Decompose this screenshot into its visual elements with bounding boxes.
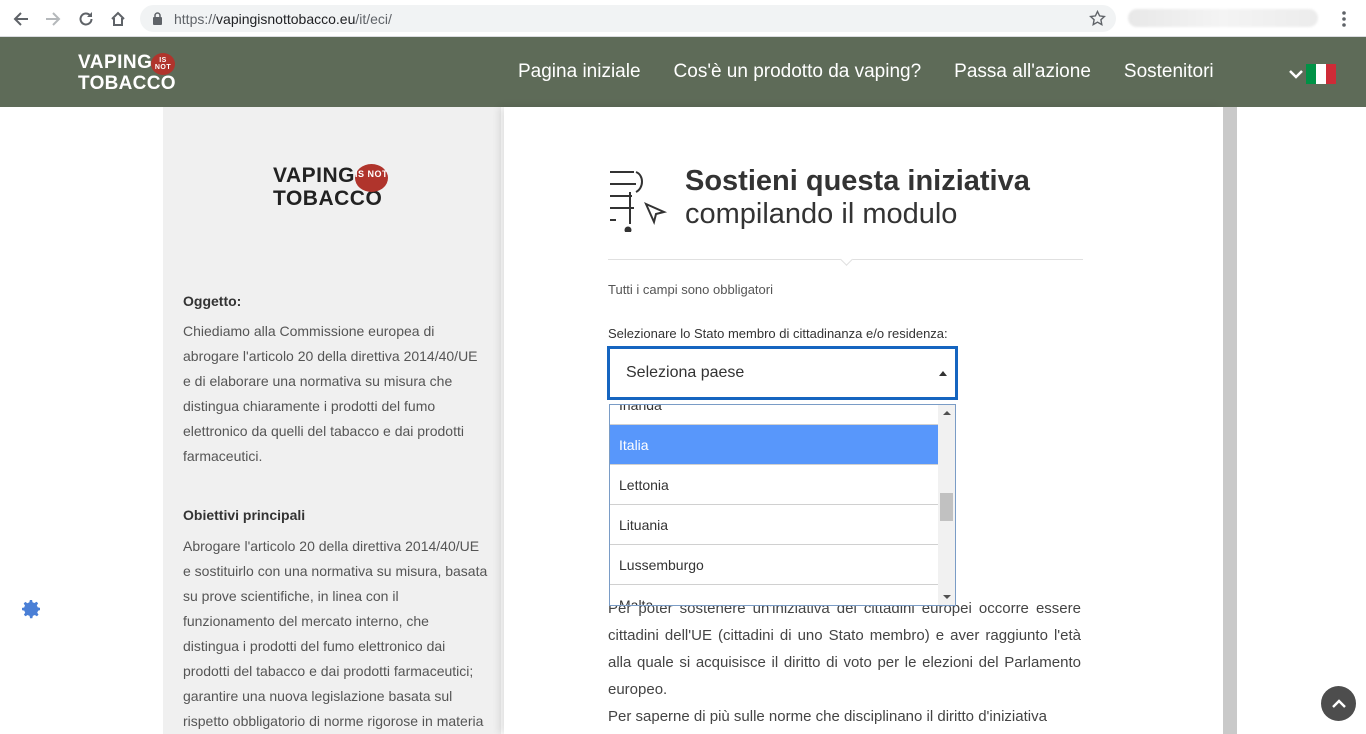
body-text: Per poter sostenere un'iniziativa dei ci… [608, 600, 1081, 725]
logo-badge: IS NOT [151, 53, 175, 75]
site-logo[interactable]: VAPING TOBACCO IS NOT [78, 53, 176, 93]
nav-what-is-vaping[interactable]: Cos'è un prodotto da vaping? [674, 61, 922, 83]
country-option[interactable]: Lettonia [610, 465, 938, 505]
form-title-bold: Sostieni questa iniziativa [685, 165, 1030, 197]
required-note: Tutti i campi sono obbligatori [608, 282, 773, 297]
sidebar-logo: VAPING TOBACCO IS NOT [273, 164, 389, 210]
country-options: Irlanda Italia Lettonia Lituania Lussemb… [610, 405, 938, 605]
divider-notch [840, 253, 853, 266]
country-option-selected[interactable]: Italia [610, 425, 938, 465]
sidebar-logo-badge: IS NOT [355, 164, 388, 192]
nav-supporters[interactable]: Sostenitori [1124, 61, 1214, 83]
scroll-thumb[interactable] [940, 493, 953, 521]
address-bar[interactable]: https://vapingisnottobacco.eu/it/eci/ [140, 5, 1116, 32]
country-option[interactable]: Lussemburgo [610, 545, 938, 585]
site-header: VAPING TOBACCO IS NOT Pagina iniziale Co… [0, 37, 1366, 107]
language-switcher[interactable] [1288, 64, 1336, 84]
country-dropdown[interactable]: Irlanda Italia Lettonia Lituania Lussemb… [609, 404, 956, 606]
country-label: Selezionare lo Stato membro di cittadina… [608, 326, 948, 341]
subject-text: Chiediamo alla Commissione europea di ab… [183, 323, 478, 464]
menu-kebab-icon[interactable] [1338, 9, 1350, 29]
url-text: https://vapingisnottobacco.eu/it/eci/ [174, 11, 392, 27]
main-nav: Pagina iniziale Cos'è un prodotto da vap… [518, 61, 1247, 83]
blurred-extensions [1128, 9, 1318, 27]
scroll-up-icon[interactable] [943, 411, 951, 415]
goals-text: Abrogare l'articolo 20 della direttiva 2… [183, 538, 488, 729]
country-option[interactable]: Malta [610, 585, 938, 605]
subject-heading: Oggetto: [183, 293, 242, 309]
country-select-value: Seleziona paese [626, 364, 745, 381]
scroll-to-top-button[interactable] [1321, 686, 1356, 721]
italy-flag-icon [1306, 64, 1336, 84]
sidebar: VAPING TOBACCO IS NOT Oggetto: Chiediamo… [163, 107, 501, 734]
reload-icon[interactable] [75, 8, 97, 30]
page-side-bar [1223, 107, 1237, 734]
scroll-down-icon[interactable] [943, 595, 951, 599]
dropdown-scrollbar[interactable] [938, 405, 955, 605]
back-icon[interactable] [10, 8, 32, 30]
nav-home[interactable]: Pagina iniziale [518, 61, 641, 83]
settings-gear-icon[interactable] [19, 597, 43, 621]
form-card: Sostieni questa iniziativa compilando il… [504, 107, 1223, 734]
country-select[interactable]: Seleziona paese [607, 346, 958, 400]
goals-heading: Obiettivi principali [183, 507, 306, 523]
home-icon[interactable] [107, 8, 129, 30]
lock-icon [153, 12, 162, 25]
browser-toolbar: https://vapingisnottobacco.eu/it/eci/ [0, 0, 1366, 37]
bookmark-star-icon[interactable] [1089, 10, 1106, 27]
form-title: Sostieni questa iniziativa compilando il… [685, 165, 1030, 231]
country-option[interactable]: Irlanda [610, 405, 938, 425]
caret-up-icon [939, 371, 947, 376]
form-title-light: compilando il modulo [685, 198, 958, 230]
chevron-down-icon [1289, 70, 1303, 79]
country-option[interactable]: Lituania [610, 505, 938, 545]
nav-take-action[interactable]: Passa all'azione [954, 61, 1091, 83]
forward-icon[interactable] [42, 8, 64, 30]
form-checklist-icon [610, 171, 668, 232]
chevron-up-icon [1331, 698, 1346, 708]
